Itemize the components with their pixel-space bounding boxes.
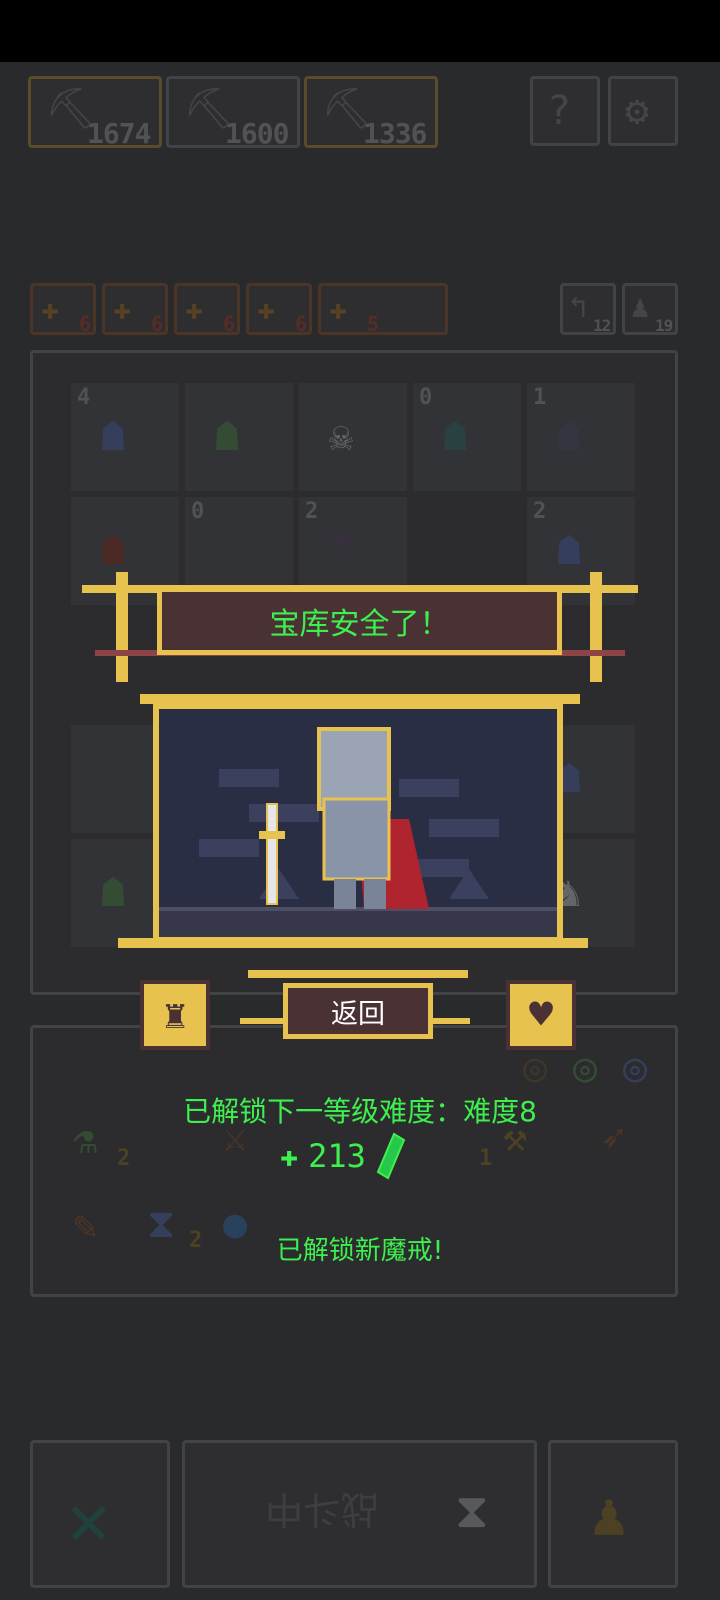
- knight-icon: [159, 727, 557, 937]
- reward-amount: 213: [308, 1137, 366, 1175]
- status-bar: [0, 0, 720, 62]
- favorite-button[interactable]: ♥: [506, 980, 576, 1050]
- result-banner: 宝库安全了！: [157, 587, 562, 655]
- back-label: 返回: [331, 998, 385, 1030]
- unlock-ring-text: 已解锁新魔戒!: [276, 1236, 444, 1266]
- banner-frame-right-post: [590, 572, 602, 682]
- plus-icon: ✚: [280, 1138, 299, 1174]
- banner-frame-left-post: [116, 572, 128, 682]
- back-button[interactable]: 返回: [283, 983, 433, 1039]
- unlock-difficulty-text: 已解锁下一等级难度：难度8: [183, 1095, 537, 1128]
- reward-row: ✚ 213: [280, 1132, 450, 1180]
- back-frame: [248, 970, 468, 978]
- result-title: 宝库安全了！: [269, 607, 450, 642]
- heart-icon: ♥: [528, 992, 554, 1038]
- hero-portrait: [153, 703, 563, 943]
- keyhole-icon: ♜: [162, 992, 188, 1038]
- hero-info-button[interactable]: ♜: [140, 980, 210, 1050]
- green-gem-icon: [376, 1132, 406, 1180]
